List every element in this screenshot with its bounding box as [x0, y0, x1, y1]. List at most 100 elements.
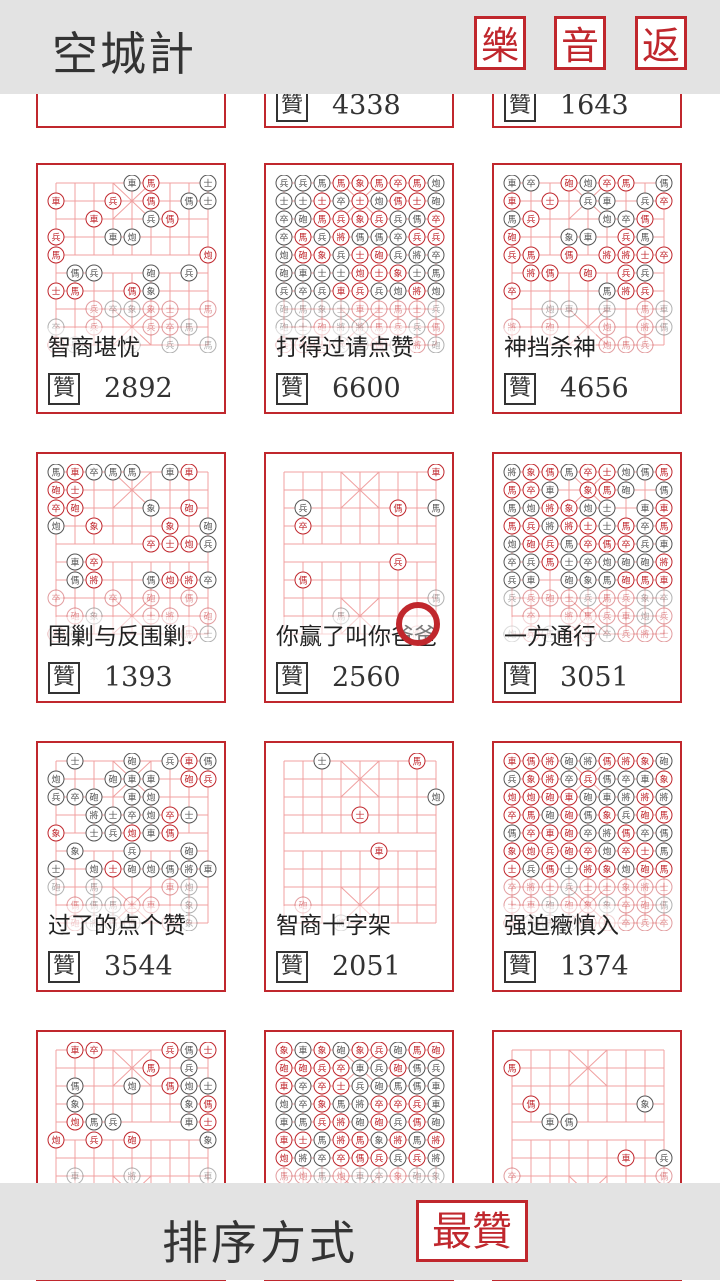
svg-text:砲: 砲 [564, 178, 573, 190]
svg-text:車: 車 [51, 196, 60, 208]
svg-text:兵: 兵 [621, 232, 630, 244]
svg-text:象: 象 [583, 575, 592, 587]
svg-text:卒: 卒 [298, 1081, 307, 1093]
svg-text:士: 士 [355, 250, 364, 262]
svg-text:車: 車 [355, 1063, 364, 1075]
svg-text:士: 士 [317, 268, 326, 280]
svg-text:兵: 兵 [89, 304, 98, 316]
svg-text:砲: 砲 [431, 1117, 440, 1129]
like-count: 3051 [560, 662, 629, 693]
puzzle-card[interactable]: 車馬士車兵傌傌士車兵傌兵車炮馬炮傌兵砲兵士馬傌象兵卒象象士馬卒兵兵卒馬士馬士兵馬… [36, 163, 226, 414]
svg-text:兵: 兵 [203, 774, 212, 786]
svg-text:砲: 砲 [355, 1117, 364, 1129]
svg-text:將: 將 [545, 521, 554, 533]
puzzle-card[interactable]: 車兵傌馬卒兵傌傌馬將 你赢了叫你爸爸 贊 2560 [264, 452, 454, 703]
svg-text:傌: 傌 [640, 467, 649, 479]
svg-text:卒: 卒 [203, 575, 212, 587]
svg-text:馬: 馬 [659, 522, 668, 533]
puzzle-card[interactable]: 車傌將砲將傌將象砲兵象將卒兵傌卒車象炮炮砲車砲車將將將卒馬砲砲傌象兵砲馬傌卒車砲… [492, 741, 682, 992]
svg-text:將: 將 [336, 232, 345, 244]
svg-text:馬: 馬 [507, 504, 516, 515]
sort-button[interactable]: 最贊 [416, 1200, 528, 1262]
svg-text:傌: 傌 [602, 774, 611, 786]
like-icon: 贊 [276, 90, 308, 122]
svg-text:馬: 馬 [640, 305, 649, 316]
svg-text:兵: 兵 [108, 196, 117, 208]
svg-text:卒: 卒 [640, 521, 649, 533]
svg-text:炮: 炮 [602, 846, 611, 858]
svg-text:砲: 砲 [89, 792, 98, 804]
svg-text:卒: 卒 [583, 828, 592, 840]
svg-text:馬: 馬 [374, 179, 383, 190]
svg-text:車: 車 [146, 774, 155, 786]
svg-text:士: 士 [70, 485, 79, 497]
svg-text:砲: 砲 [431, 196, 440, 208]
svg-text:卒: 卒 [507, 810, 516, 822]
svg-text:車: 車 [165, 467, 174, 479]
svg-text:兵: 兵 [317, 286, 326, 298]
svg-text:傌: 傌 [165, 828, 174, 840]
svg-text:將: 將 [412, 250, 421, 262]
svg-text:傌: 傌 [659, 322, 668, 334]
like-icon: 贊 [48, 951, 80, 983]
svg-text:車: 車 [127, 792, 136, 804]
svg-text:將: 將 [545, 756, 554, 768]
svg-text:象: 象 [355, 1045, 364, 1057]
svg-text:傌: 傌 [659, 178, 668, 190]
svg-text:將: 將 [640, 792, 649, 804]
svg-text:士: 士 [203, 629, 212, 641]
svg-text:將: 將 [298, 1153, 307, 1165]
svg-text:傌: 傌 [393, 503, 402, 515]
puzzle-card[interactable]: 士馬炮士車砲將 智商十字架 贊 2051 [264, 741, 454, 992]
svg-text:卒: 卒 [621, 214, 630, 226]
sound-button[interactable]: 音 [554, 16, 606, 70]
svg-text:卒: 卒 [621, 918, 630, 930]
svg-text:兵: 兵 [298, 178, 307, 190]
svg-text:象: 象 [526, 467, 535, 479]
svg-text:傌: 傌 [165, 1081, 174, 1093]
svg-text:馬: 馬 [431, 269, 440, 280]
music-button[interactable]: 樂 [474, 16, 526, 70]
svg-text:將: 將 [355, 1099, 364, 1111]
svg-text:馬: 馬 [184, 323, 193, 334]
back-button[interactable]: 返 [635, 16, 687, 70]
svg-text:車: 車 [127, 178, 136, 190]
svg-text:象: 象 [127, 304, 136, 316]
svg-text:象: 象 [564, 232, 573, 244]
svg-text:炮: 炮 [621, 864, 630, 876]
svg-text:士: 士 [279, 196, 288, 208]
svg-text:卒: 卒 [108, 593, 117, 605]
puzzle-card[interactable]: 車卒砲炮卒馬傌車士兵車兵卒馬兵炮卒傌砲象車兵馬兵馬傌將將士卒將傌砲兵兵卒馬將兵炮… [492, 163, 682, 414]
svg-text:砲: 砲 [279, 268, 288, 280]
svg-text:炮: 炮 [184, 1081, 193, 1093]
svg-text:卒: 卒 [127, 810, 136, 822]
svg-text:傌: 傌 [393, 196, 402, 208]
svg-text:砲: 砲 [127, 1135, 136, 1147]
puzzle-card[interactable]: 馬車卒馬馬車車砲士卒砲象砲炮象象砲卒士炮兵車卒傌將傌炮將卒卒卒砲傌砲象士將砲馬砲… [36, 452, 226, 703]
svg-text:卒: 卒 [507, 1171, 516, 1183]
svg-text:車: 車 [583, 232, 592, 244]
svg-text:砲: 砲 [393, 1063, 402, 1075]
like-icon: 贊 [276, 951, 308, 983]
svg-text:士: 士 [583, 521, 592, 533]
svg-text:砲: 砲 [298, 250, 307, 262]
puzzle-card[interactable]: 士砲兵車傌炮砲車車砲兵兵卒砲車炮將士卒炮卒士象士兵炮車傌象兵砲士炮士砲炮傌將車砲… [36, 741, 226, 992]
svg-text:馬: 馬 [317, 1172, 326, 1183]
bottom-bar: 排序方式 最贊 [0, 1183, 720, 1280]
svg-text:砲: 砲 [146, 593, 155, 605]
svg-text:士: 士 [203, 196, 212, 208]
puzzle-card[interactable]: 將象傌馬卒士炮傌馬馬卒車象馬砲傌馬炮將象炮士車車馬兵將將士士馬卒馬炮砲兵馬卒傌卒… [492, 452, 682, 703]
svg-text:炮: 炮 [51, 1135, 60, 1147]
svg-text:車: 車 [203, 864, 212, 876]
svg-text:象: 象 [355, 178, 364, 190]
puzzle-card[interactable]: 兵兵馬馬象馬卒馬炮士士士卒士炮傌士砲卒砲馬兵象兵兵傌卒卒馬兵將傌傌卒兵兵炮砲象兵… [264, 163, 454, 414]
touch-indicator [396, 602, 440, 646]
svg-text:卒: 卒 [317, 1081, 326, 1093]
svg-text:車: 車 [526, 575, 535, 587]
svg-text:馬: 馬 [431, 504, 440, 515]
svg-text:炮: 炮 [51, 774, 60, 786]
svg-text:將: 將 [89, 810, 98, 822]
svg-text:象: 象 [70, 1099, 79, 1111]
svg-text:卒: 卒 [393, 232, 402, 244]
svg-text:馬: 馬 [507, 1064, 516, 1075]
